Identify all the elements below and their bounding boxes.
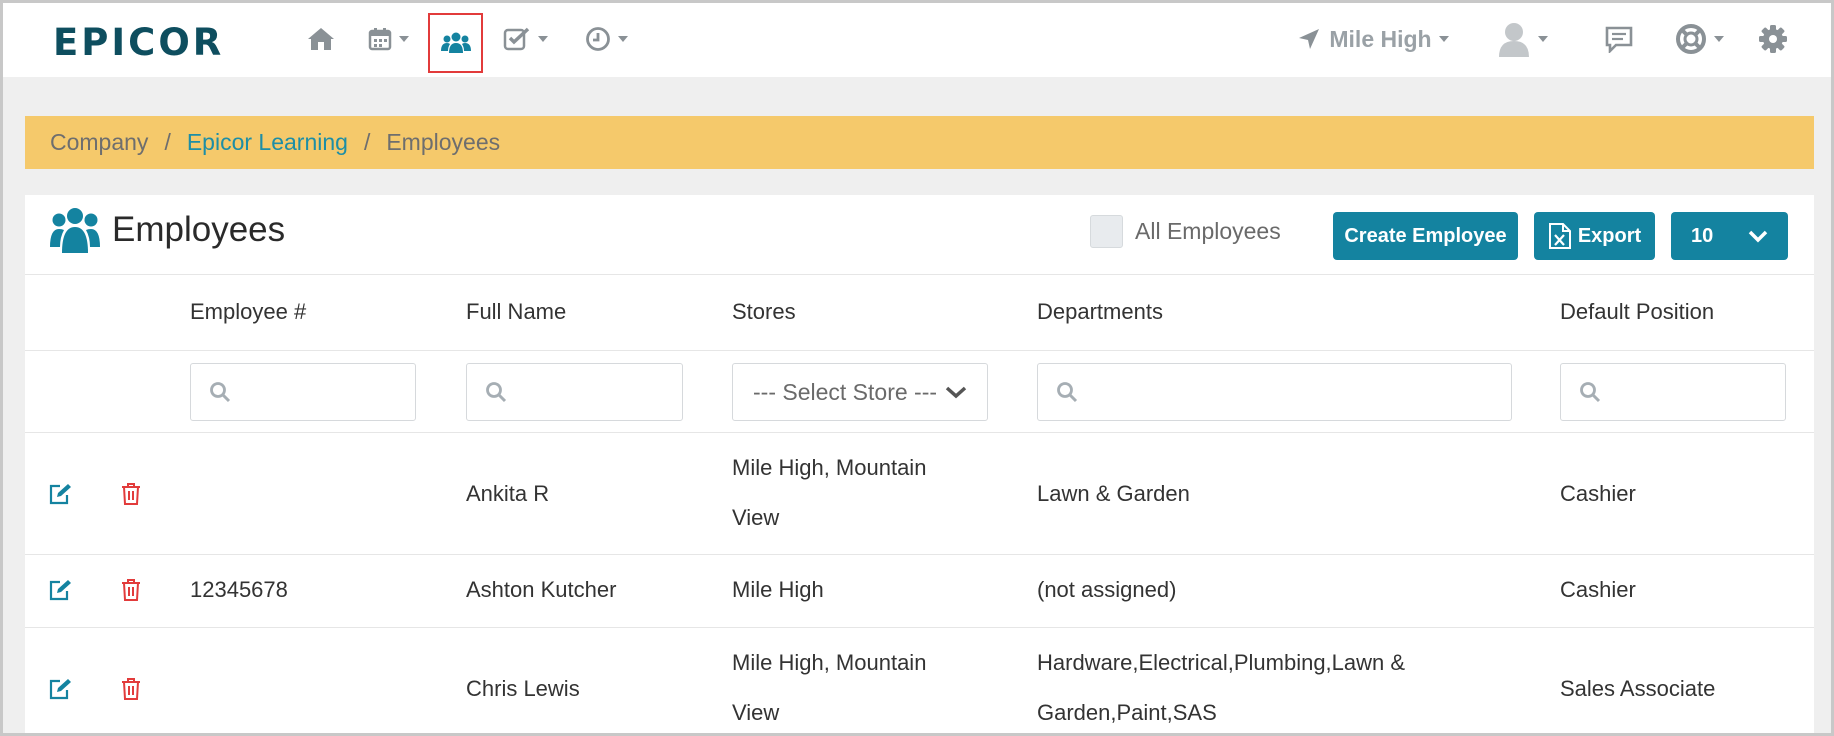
calendar-nav[interactable] — [363, 17, 413, 61]
messages-nav[interactable] — [1601, 17, 1637, 61]
store-name: Mile High — [1329, 25, 1432, 52]
store-filter-placeholder: --- Select Store --- — [753, 378, 938, 405]
breadcrumb-employees: Employees — [386, 129, 501, 155]
full-name-filter-input[interactable] — [466, 363, 683, 421]
breadcrumb-separator: / — [363, 129, 371, 155]
full-name-cell: Ankita R — [466, 481, 550, 506]
calendar-icon — [368, 28, 391, 51]
chevron-down-icon — [398, 36, 409, 42]
full-name-cell: Chris Lewis — [466, 676, 580, 701]
departments-cell: Lawn & Garden — [1037, 481, 1190, 506]
main-content: Company / Epicor Learning / Employees Em… — [10, 77, 1831, 733]
epicor-logo[interactable]: EPICOR — [53, 21, 224, 64]
gear-icon — [1759, 25, 1787, 53]
chevron-down-icon — [617, 36, 628, 42]
store-selector[interactable]: Mile High — [1293, 17, 1453, 61]
time-nav[interactable] — [581, 17, 631, 61]
departments-line: Garden,Paint,SAS — [1037, 700, 1217, 725]
chevron-down-icon — [1748, 230, 1768, 243]
column-header-departments[interactable]: Departments — [1037, 299, 1163, 325]
position-filter-input[interactable] — [1560, 363, 1786, 421]
search-icon — [210, 382, 231, 403]
stores-line: View — [732, 505, 780, 530]
store-filter-select[interactable]: --- Select Store --- — [732, 363, 988, 421]
support-nav[interactable] — [1671, 17, 1727, 61]
trash-icon[interactable] — [121, 677, 141, 701]
table-row[interactable]: Ankita R Mile High, Mountain View Lawn &… — [25, 433, 1814, 555]
departments-filter-input[interactable] — [1037, 363, 1512, 421]
app-window: EPICOR Mile High Company / Epicor Learni… — [0, 0, 1834, 736]
export-button[interactable]: Export — [1534, 212, 1655, 260]
breadcrumb-epicor-learning[interactable]: Epicor Learning — [187, 129, 348, 156]
export-label: Export — [1577, 224, 1642, 247]
page-size-select[interactable]: 10 — [1671, 212, 1788, 260]
page-size-value: 10 — [1691, 224, 1714, 247]
edit-icon[interactable] — [48, 678, 72, 700]
home-nav[interactable] — [303, 17, 339, 61]
search-icon — [486, 382, 507, 403]
position-cell: Cashier — [1560, 577, 1636, 602]
chat-icon — [1605, 26, 1633, 53]
position-cell: Cashier — [1560, 481, 1636, 506]
users-icon — [50, 208, 100, 253]
tasks-icon — [503, 27, 529, 51]
stores-cell: Mile High — [732, 577, 824, 602]
search-icon — [1057, 382, 1078, 403]
table-row[interactable]: 12345678 Ashton Kutcher Mile High (not a… — [25, 555, 1814, 628]
filter-row: --- Select Store --- — [25, 351, 1814, 433]
departments-cell: Hardware,Electrical,Plumbing,Lawn & Gard… — [1037, 638, 1406, 733]
all-employees-label: All Employees — [1135, 218, 1281, 244]
full-name-cell: Ashton Kutcher — [466, 577, 617, 602]
tasks-nav[interactable] — [499, 17, 551, 61]
column-header-employee-no[interactable]: Employee # — [190, 299, 306, 325]
column-header-stores[interactable]: Stores — [732, 299, 796, 325]
user-avatar-icon — [1498, 23, 1529, 57]
departments-cell: (not assigned) — [1037, 577, 1177, 602]
page-title: Employees — [50, 207, 285, 253]
users-icon — [440, 32, 471, 53]
trash-icon[interactable] — [121, 578, 141, 602]
stores-line: Mile High, Mountain — [732, 455, 927, 480]
stores-line: View — [732, 700, 780, 725]
support-icon — [1675, 24, 1706, 54]
all-employees-toggle[interactable]: All Employees — [1090, 215, 1281, 248]
employees-nav[interactable] — [428, 13, 483, 73]
panel-header: Employees All Employees Create Employee … — [25, 195, 1814, 275]
employee-no-filter-input[interactable] — [190, 363, 416, 421]
chevron-down-icon — [537, 36, 548, 42]
all-employees-checkbox[interactable] — [1090, 215, 1123, 248]
edit-icon[interactable] — [48, 483, 72, 505]
chevron-down-icon — [945, 386, 967, 399]
table-row[interactable]: Chris Lewis Mile High, Mountain View Har… — [25, 628, 1814, 733]
departments-line: Hardware,Electrical,Plumbing,Lawn & — [1037, 650, 1406, 675]
location-arrow-icon — [1299, 29, 1320, 49]
top-navbar: EPICOR Mile High — [3, 3, 1831, 77]
column-header-full-name[interactable]: Full Name — [466, 299, 566, 325]
chevron-down-icon — [1537, 36, 1548, 42]
position-cell: Sales Associate — [1560, 676, 1716, 701]
breadcrumb-company: Company — [50, 129, 149, 155]
column-header-default-position[interactable]: Default Position — [1560, 299, 1714, 325]
user-menu[interactable] — [1491, 17, 1553, 61]
edit-icon[interactable] — [48, 579, 72, 601]
chevron-down-icon — [1713, 36, 1724, 42]
trash-icon[interactable] — [121, 482, 141, 506]
stores-line: Mile High, Mountain — [732, 650, 927, 675]
breadcrumb-separator: / — [164, 129, 171, 155]
search-icon — [1580, 382, 1601, 403]
settings-nav[interactable] — [1755, 17, 1791, 61]
breadcrumb: Company / Epicor Learning / Employees — [25, 116, 1814, 169]
excel-file-icon — [1548, 223, 1571, 249]
stores-cell: Mile High, Mountain View — [732, 443, 926, 543]
chevron-down-icon — [1438, 36, 1449, 42]
page-title-text: Employees — [112, 210, 286, 249]
create-employee-button[interactable]: Create Employee — [1333, 212, 1518, 260]
table-header: Employee # Full Name Stores Departments … — [25, 275, 1814, 351]
stores-cell: Mile High, Mountain View — [732, 638, 927, 733]
clock-icon — [585, 27, 610, 51]
home-icon — [308, 28, 334, 50]
employees-panel: Employees All Employees Create Employee … — [25, 195, 1814, 733]
employee-no-cell: 12345678 — [190, 577, 288, 602]
